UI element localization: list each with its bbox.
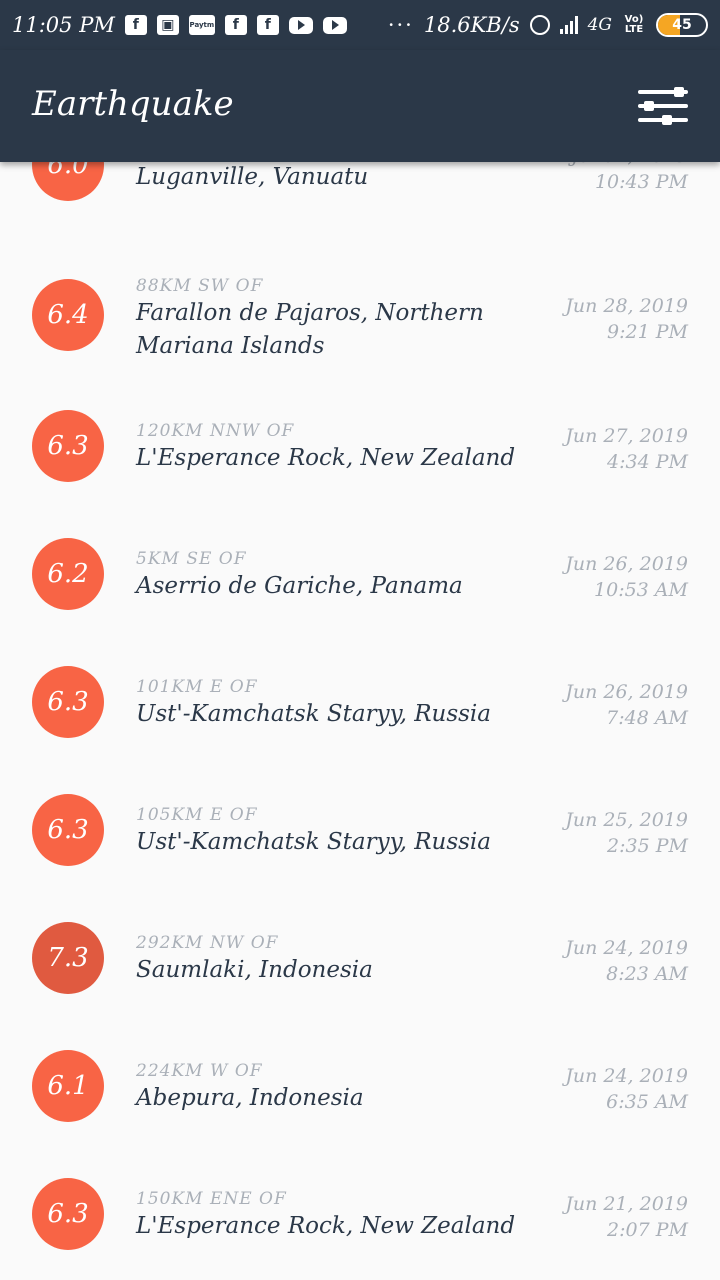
earthquake-list-item[interactable]: 6.3 150KM ENE OF L'Esperance Rock, New Zea… (0, 1175, 720, 1280)
location-name: Ust'-Kamchatsk Staryy, Russia (136, 829, 491, 855)
quake-time: 10:43 PM (594, 171, 688, 193)
status-bar: 11:05 PM f ▣ Paytm f f ··· 18.6KB/s 4G V… (0, 0, 720, 50)
earthquake-list-item[interactable]: 6.3 105KM E OF Ust'-Kamchatsk Staryy, Russ… (0, 791, 720, 919)
paytm-icon: Paytm (188, 15, 215, 35)
youtube-icon (288, 16, 313, 34)
quake-date: Jun 21, 2019 (565, 1193, 688, 1215)
earthquake-list[interactable]: 6.038KM ENE OFLuganville, VanuatuJul 01,… (0, 162, 720, 1280)
quake-date: Jun 24, 2019 (565, 937, 688, 959)
location-offset: 150KM ENE OF (136, 1189, 287, 1209)
earthquake-list-item[interactable]: 6.038KM ENE OFLuganville, VanuatuJul 01,… (0, 162, 720, 239)
location-name: Saumlaki, Indonesia (136, 957, 373, 983)
magnitude-badge: 6.3 (32, 1178, 104, 1250)
alarm-icon (529, 15, 550, 35)
network-speed: 18.6KB/s (423, 13, 520, 37)
earthquake-list-item[interactable]: 7.3 292KM NW OF Saumlaki, Indonesia Jun 24,… (0, 919, 720, 1047)
location-name: L'Esperance Rock, New Zealand (136, 1213, 516, 1239)
app-bar: Earthquake (0, 50, 720, 162)
earthquake-list-item[interactable]: 6.3 101KM E OF Ust'-Kamchatsk Staryy, Russ… (0, 663, 720, 791)
location-name: Luganville, Vanuatu (136, 164, 369, 190)
status-time: 11:05 PM (12, 13, 115, 37)
youtube-icon (322, 16, 347, 34)
quake-date: Jun 25, 2019 (565, 809, 688, 831)
location-name: Farallon de Pajaros, Northern Mariana Is… (136, 300, 484, 359)
location-offset: 5KM SE OF (136, 549, 247, 569)
battery-icon: 45 (656, 13, 708, 37)
magnitude-badge: 6.4 (32, 279, 104, 351)
earthquake-list-item[interactable]: 6.3 120KM NNW OF L'Esperance Rock, New Zea… (0, 407, 720, 535)
filter-button[interactable] (634, 82, 692, 130)
quake-date: Jun 24, 2019 (565, 1065, 688, 1087)
location-offset: 105KM E OF (136, 805, 258, 825)
earthquake-list-item[interactable]: 6.2 5KM SE OF Aserrio de Gariche, Panama Ju… (0, 535, 720, 663)
location-offset: 88KM SW OF (136, 276, 264, 296)
magnitude-badge: 6.0 (32, 162, 104, 201)
quake-time: 6:35 AM (606, 1091, 688, 1113)
network-type: 4G (587, 15, 612, 35)
location-offset: 224KM W OF (136, 1061, 263, 1081)
location-offset: 101KM E OF (136, 677, 258, 697)
location-offset: 292KM NW OF (136, 933, 279, 953)
quake-date: Jun 27, 2019 (565, 425, 688, 447)
location-offset: 120KM NNW OF (136, 421, 295, 441)
facebook-icon: f (224, 15, 247, 35)
signal-icon (559, 16, 578, 34)
quake-time: 9:21 PM (607, 321, 688, 343)
quake-time: 4:34 PM (607, 451, 688, 473)
quake-date: Jul 01, 2019 (518, 162, 688, 169)
location-name: Aserrio de Gariche, Panama (136, 573, 463, 599)
magnitude-badge: 6.3 (32, 666, 104, 738)
location-name: Abepura, Indonesia (136, 1085, 364, 1111)
quake-date: Jun 26, 2019 (565, 681, 688, 703)
magnitude-badge: 6.2 (32, 538, 104, 610)
volte-icon: Vo) LTE (624, 14, 644, 35)
quake-date: Jun 28, 2019 (565, 295, 688, 317)
magnitude-badge: 6.3 (32, 410, 104, 482)
quake-time: 10:53 AM (594, 579, 688, 601)
app-title: Earthquake (32, 84, 234, 124)
magnitude-badge: 6.1 (32, 1050, 104, 1122)
shopping-bag-icon: ▣ (156, 15, 179, 35)
facebook-icon: f (256, 15, 279, 35)
magnitude-badge: 7.3 (32, 922, 104, 994)
facebook-icon: f (124, 15, 147, 35)
quake-time: 2:07 PM (607, 1219, 688, 1241)
location-name: Ust'-Kamchatsk Staryy, Russia (136, 701, 491, 727)
earthquake-list-item[interactable]: 6.1 224KM W OF Abepura, Indonesia Jun 24, 2… (0, 1047, 720, 1175)
location-name: L'Esperance Rock, New Zealand (136, 445, 516, 471)
more-notifications-icon: ··· (387, 13, 414, 37)
quake-date: Jun 26, 2019 (565, 553, 688, 575)
earthquake-list-item[interactable]: 6.4 88KM SW OF Farallon de Pajaros, Northe… (0, 249, 720, 377)
quake-time: 2:35 PM (607, 835, 688, 857)
magnitude-badge: 6.3 (32, 794, 104, 866)
battery-level: 45 (672, 17, 692, 33)
quake-time: 7:48 AM (606, 707, 688, 729)
quake-time: 8:23 AM (606, 963, 688, 985)
